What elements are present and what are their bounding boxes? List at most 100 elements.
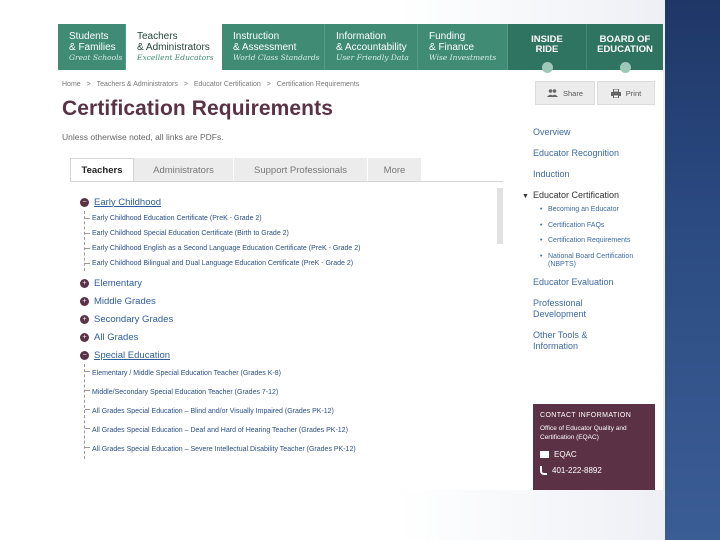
group-items: Early Childhood Education Certificate (P… (84, 211, 510, 271)
section-nav-sub-certification-requirements[interactable]: Certification Requirements (540, 237, 658, 246)
breadcrumb-home[interactable]: Home (62, 81, 81, 88)
section-nav-educator-recognition[interactable]: Educator Recognition (533, 148, 658, 159)
breadcrumb-certification[interactable]: Educator Certification (194, 81, 261, 88)
nav-information-accountability[interactable]: Information & Accountability User Friend… (325, 24, 418, 70)
certificate-link[interactable]: Elementary / Middle Special Education Te… (85, 364, 510, 383)
tab-divider (70, 181, 503, 182)
website-screenshot: Students & Families Great Schools Teache… (58, 24, 663, 490)
collapse-icon[interactable]: − (80, 197, 89, 207)
certificate-link[interactable]: Early Childhood Education Certificate (P… (85, 211, 510, 226)
section-nav-sub-becoming-educator[interactable]: Becoming an Educator (540, 206, 658, 215)
group-label[interactable]: All Grades (94, 332, 138, 343)
section-nav-sub-national-board[interactable]: National Board Certification (NBPTS) (540, 253, 658, 270)
phone-icon (540, 466, 547, 475)
group-elementary[interactable]: + Elementary (80, 274, 510, 292)
nav-label: & Finance (429, 42, 475, 53)
tab-teachers[interactable]: Teachers (70, 158, 134, 182)
section-nav-label: Educator Certification (532, 190, 619, 200)
section-nav-other-tools[interactable]: Other Tools & Information (533, 330, 605, 352)
breadcrumb-separator: > (266, 81, 271, 88)
contact-phone[interactable]: 401-222-8892 (540, 466, 648, 475)
nav-funding-finance[interactable]: Funding & Finance Wise Investments (418, 24, 508, 70)
nav-inside-ride[interactable]: INSIDE RIDE (508, 24, 586, 73)
group-label[interactable]: Elementary (94, 278, 142, 289)
group-label[interactable]: Middle Grades (94, 296, 156, 307)
group-header[interactable]: − Special Education (80, 346, 510, 364)
certificate-link[interactable]: Middle/Secondary Special Education Teach… (85, 383, 510, 402)
print-label: Print (625, 88, 642, 98)
nav-label: & Accountability (336, 42, 407, 53)
certificate-link[interactable]: Early Childhood Bilingual and Dual Langu… (85, 256, 510, 271)
group-all-grades[interactable]: + All Grades (80, 328, 510, 346)
group-label[interactable]: Special Education (94, 350, 170, 361)
section-nav-induction[interactable]: Induction (533, 169, 658, 180)
share-label: Share (562, 88, 583, 98)
nav-label: Instruction (233, 31, 280, 42)
certificate-link[interactable]: All Grades Special Education – Blind and… (85, 402, 510, 421)
group-items: Elementary / Middle Special Education Te… (84, 364, 510, 459)
group-secondary-grades[interactable]: + Secondary Grades (80, 310, 510, 328)
share-button[interactable]: Share (535, 81, 595, 105)
email-label: EQAC (554, 450, 577, 459)
certification-tree: − Early Childhood Early Childhood Educat… (80, 193, 510, 459)
certificate-link[interactable]: Early Childhood English as a Second Lang… (85, 241, 510, 256)
nav-label: Information (336, 31, 387, 42)
contact-panel: CONTACT INFORMATION Office of Educator Q… (533, 404, 655, 490)
page-title: Certification Requirements (62, 97, 333, 120)
nav-label: & Administrators (137, 42, 210, 53)
nav-students-families[interactable]: Students & Families Great Schools (58, 24, 126, 70)
contact-title: CONTACT INFORMATION (540, 412, 632, 419)
tree-scrollbar[interactable] (497, 188, 503, 244)
group-header[interactable]: − Early Childhood (80, 193, 510, 211)
expand-icon[interactable]: + (80, 296, 89, 306)
certificate-link[interactable]: All Grades Special Education – Deaf and … (85, 421, 510, 440)
tab-support-professionals[interactable]: Support Professionals (234, 158, 368, 182)
expand-icon[interactable]: + (80, 278, 89, 288)
breadcrumb-teachers[interactable]: Teachers & Administrators (97, 81, 178, 88)
nav-label: Students (69, 31, 109, 42)
decorative-band (665, 0, 720, 540)
expand-icon[interactable]: + (80, 314, 89, 324)
phone-number: 401-222-8892 (552, 466, 602, 475)
tab-more[interactable]: More (368, 158, 422, 182)
dropdown-dot-icon (620, 62, 631, 73)
nav-board-of-education[interactable]: BOARD OF EDUCATION (586, 24, 663, 73)
section-nav-sub-certification-faqs[interactable]: Certification FAQs (540, 222, 658, 231)
nav-tagline: Excellent Educators (137, 53, 214, 62)
section-nav-overview[interactable]: Overview (533, 127, 658, 138)
tab-administrators[interactable]: Administrators (134, 158, 234, 182)
nav-teachers-administrators[interactable]: Teachers & Administrators Excellent Educ… (126, 24, 222, 70)
nav-label: RIDE (535, 44, 559, 55)
pdf-note: Unless otherwise noted, all links are PD… (62, 132, 224, 142)
top-nav: Students & Families Great Schools Teache… (58, 24, 663, 73)
nav-tagline: Wise Investments (429, 53, 497, 62)
section-nav-professional-development[interactable]: Professional Development (533, 298, 601, 320)
group-label[interactable]: Early Childhood (94, 197, 161, 208)
slide: Students & Families Great Schools Teache… (0, 0, 720, 540)
nav-label: EDUCATION (597, 44, 653, 55)
certificate-link[interactable]: Early Childhood Special Education Certif… (85, 226, 510, 241)
group-special-education: − Special Education Elementary / Middle … (80, 346, 510, 459)
nav-label: Funding (429, 31, 466, 42)
print-button[interactable]: Print (597, 81, 655, 105)
section-nav-educator-evaluation[interactable]: Educator Evaluation (533, 277, 658, 288)
nav-instruction-assessment[interactable]: Instruction & Assessment World Class Sta… (222, 24, 325, 70)
certificate-link[interactable]: All Grades Special Education – Severe In… (85, 440, 510, 459)
expanded-triangle-icon: ▼ (522, 193, 529, 200)
group-label[interactable]: Secondary Grades (94, 314, 173, 325)
nav-label: Teachers (137, 31, 178, 42)
group-early-childhood: − Early Childhood Early Childhood Educat… (80, 193, 510, 271)
expand-icon[interactable]: + (80, 332, 89, 342)
nav-tagline: User Friendly Data (336, 53, 409, 62)
breadcrumb-current: Certification Requirements (276, 81, 360, 88)
collapse-icon[interactable]: − (80, 350, 89, 360)
contact-email[interactable]: EQAC (540, 450, 648, 459)
breadcrumb-separator: > (86, 81, 91, 88)
nav-tagline: World Class Standards (233, 53, 320, 62)
breadcrumb: Home > Teachers & Administrators > Educa… (62, 81, 363, 88)
breadcrumb-separator: > (183, 81, 188, 88)
section-nav-educator-certification[interactable]: ▼ Educator Certification (522, 190, 658, 202)
nav-label: & Families (69, 42, 116, 53)
group-middle-grades[interactable]: + Middle Grades (80, 292, 510, 310)
people-icon (546, 89, 558, 97)
